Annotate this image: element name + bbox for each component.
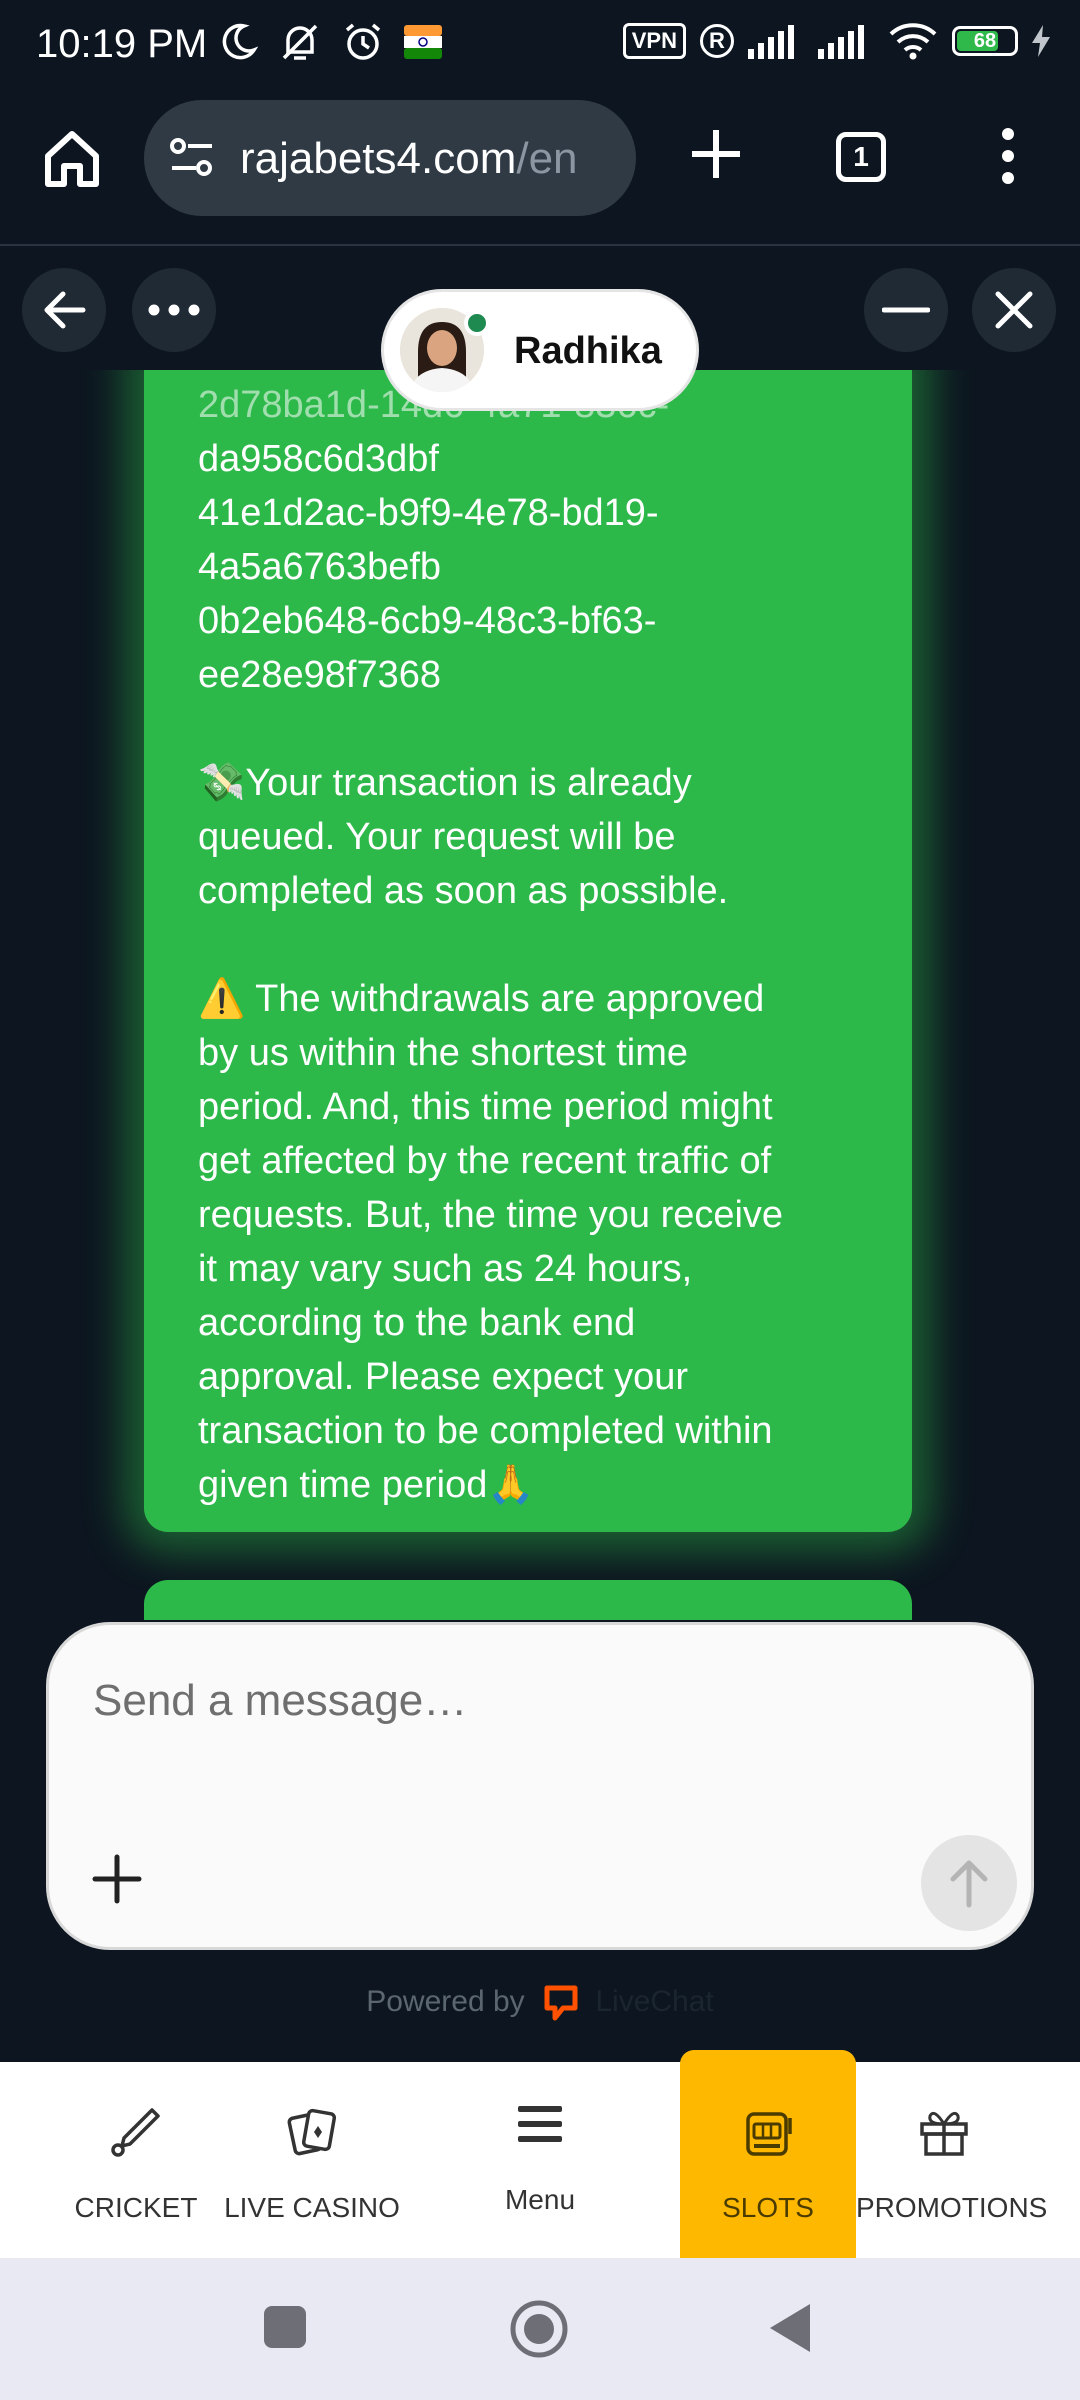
- message-line: 4a5a6763befb: [198, 546, 442, 588]
- bottom-navigation: CRICKET LIVE CASINO Menu SLOTS PROMOTION…: [0, 2050, 1080, 2258]
- message-line: da958c6d3dbf: [198, 438, 439, 480]
- message-line: by us within the shortest time: [198, 1032, 688, 1074]
- attach-button[interactable]: [89, 1851, 145, 1907]
- notifications-off-icon: [282, 24, 318, 60]
- nav-item-live-casino[interactable]: LIVE CASINO: [222, 2062, 402, 2258]
- nav-item-menu[interactable]: Menu: [456, 2062, 624, 2258]
- url-text: rajabets4.com/en: [240, 134, 620, 184]
- plus-icon: [92, 1854, 142, 1904]
- chat-minimize-button[interactable]: [864, 268, 948, 352]
- status-icons-right: VPN R 68: [622, 22, 1050, 60]
- minimize-icon: [882, 307, 930, 313]
- tab-switcher-button[interactable]: 1: [836, 132, 886, 182]
- chat-options-button[interactable]: [132, 268, 216, 352]
- charging-icon: [1032, 25, 1050, 57]
- nav-item-cricket[interactable]: CRICKET: [60, 2062, 212, 2258]
- cards-icon: [287, 2108, 337, 2156]
- registered-icon: R: [700, 24, 734, 58]
- close-icon: [995, 291, 1033, 329]
- url-domain: rajabets4.com: [240, 134, 517, 183]
- send-button[interactable]: [921, 1835, 1017, 1931]
- message-line: according to the bank end: [198, 1302, 636, 1344]
- status-time: 10:19 PM: [36, 22, 208, 66]
- message-line: ee28e98f7368: [198, 654, 442, 696]
- message-line: ⚠️ The withdrawals are approved: [198, 978, 765, 1020]
- nav-label: LIVE CASINO: [224, 2192, 400, 2223]
- site-settings-icon[interactable]: [168, 136, 216, 180]
- message-line: approval. Please expect your: [198, 1356, 689, 1398]
- message-line: it may vary such as 24 hours,: [198, 1248, 693, 1290]
- arrow-left-icon: [44, 291, 86, 329]
- battery-icon: 68: [952, 26, 1018, 56]
- message-paragraph: ⚠️ The withdrawals are approved by us wi…: [198, 972, 858, 1512]
- home-icon: [45, 131, 99, 187]
- online-status-indicator: [464, 310, 490, 336]
- status-bar: 10:19 PM VPN R 68: [0, 0, 1080, 96]
- alarm-icon: [345, 23, 381, 60]
- chat-back-button[interactable]: [22, 268, 106, 352]
- nav-label: SLOTS: [722, 2192, 814, 2223]
- message-line: 💸Your transaction is already: [198, 762, 692, 804]
- agent-name: Radhika: [514, 330, 662, 372]
- flag-icon: [404, 25, 442, 59]
- livechat-logo-icon: [544, 1985, 578, 2021]
- agent-message-bubble: 2d78ba1d-14d6-4a71-836c- da958c6d3dbf 41…: [144, 370, 912, 1532]
- slot-machine-icon: [746, 2112, 792, 2156]
- browser-menu-button[interactable]: [994, 126, 1022, 186]
- powered-by-brand: LiveChat: [595, 1984, 714, 2018]
- plus-icon: [692, 130, 740, 178]
- nav-label: PROMOTIONS: [856, 2192, 1048, 2223]
- moon-icon: [222, 23, 258, 60]
- vpn-icon: VPN: [622, 23, 686, 59]
- more-vertical-icon: [1002, 128, 1014, 184]
- powered-by-text: Powered by: [366, 1984, 525, 2018]
- chat-close-button[interactable]: [972, 268, 1056, 352]
- status-icons-left: [218, 20, 442, 64]
- message-line: 41e1d2ac-b9f9-4e78-bd19-: [198, 492, 659, 534]
- cricket-bat-icon: [111, 2108, 160, 2157]
- arrow-up-icon: [950, 1860, 988, 1908]
- nav-item-slots[interactable]: SLOTS: [680, 2050, 856, 2258]
- more-horizontal-icon: [148, 304, 200, 316]
- message-line: period. And, this time period might: [198, 1086, 773, 1128]
- message-line: transaction to be completed within: [198, 1410, 773, 1452]
- message-composer: [46, 1622, 1034, 1950]
- signal-icon: [748, 25, 794, 59]
- agent-message-bubble-next: [144, 1580, 912, 1620]
- message-line: requests. But, the time you receive: [198, 1194, 784, 1236]
- message-line: given time period🙏: [198, 1464, 535, 1506]
- nav-item-promotions[interactable]: PROMOTIONS: [856, 2062, 1048, 2258]
- message-line: get affected by the recent traffic of: [198, 1140, 772, 1182]
- recent-apps-icon[interactable]: [262, 2304, 308, 2350]
- home-button[interactable]: [40, 126, 104, 190]
- message-line: 0b2eb648-6cb9-48c3-bf63-: [198, 600, 657, 642]
- chat-header: Radhika: [0, 246, 1080, 408]
- gift-icon: [920, 2111, 968, 2156]
- browser-toolbar: rajabets4.com/en 1: [0, 96, 1080, 246]
- url-path: /en: [516, 134, 578, 183]
- hamburger-icon: [518, 2106, 562, 2142]
- home-circle-icon[interactable]: [508, 2298, 570, 2360]
- nav-label: Menu: [504, 2184, 576, 2215]
- back-triangle-icon[interactable]: [766, 2300, 814, 2356]
- message-list[interactable]: 2d78ba1d-14d6-4a71-836c- da958c6d3dbf 41…: [0, 370, 1080, 1620]
- url-bar[interactable]: rajabets4.com/en: [144, 100, 636, 216]
- powered-by: Powered by LiveChat: [0, 1984, 1080, 2022]
- nav-label: CRICKET: [74, 2192, 198, 2223]
- new-tab-button[interactable]: [688, 126, 744, 182]
- message-input[interactable]: [91, 1675, 895, 1727]
- signal-icon: [818, 25, 864, 59]
- message-paragraph: 💸Your transaction is already queued. You…: [198, 756, 858, 918]
- system-navigation-bar: [0, 2258, 1080, 2400]
- wifi-icon: [889, 23, 937, 60]
- message-line: completed as soon as possible.: [198, 870, 729, 912]
- agent-info[interactable]: Radhika: [384, 292, 696, 408]
- message-line: queued. Your request will be: [198, 816, 676, 858]
